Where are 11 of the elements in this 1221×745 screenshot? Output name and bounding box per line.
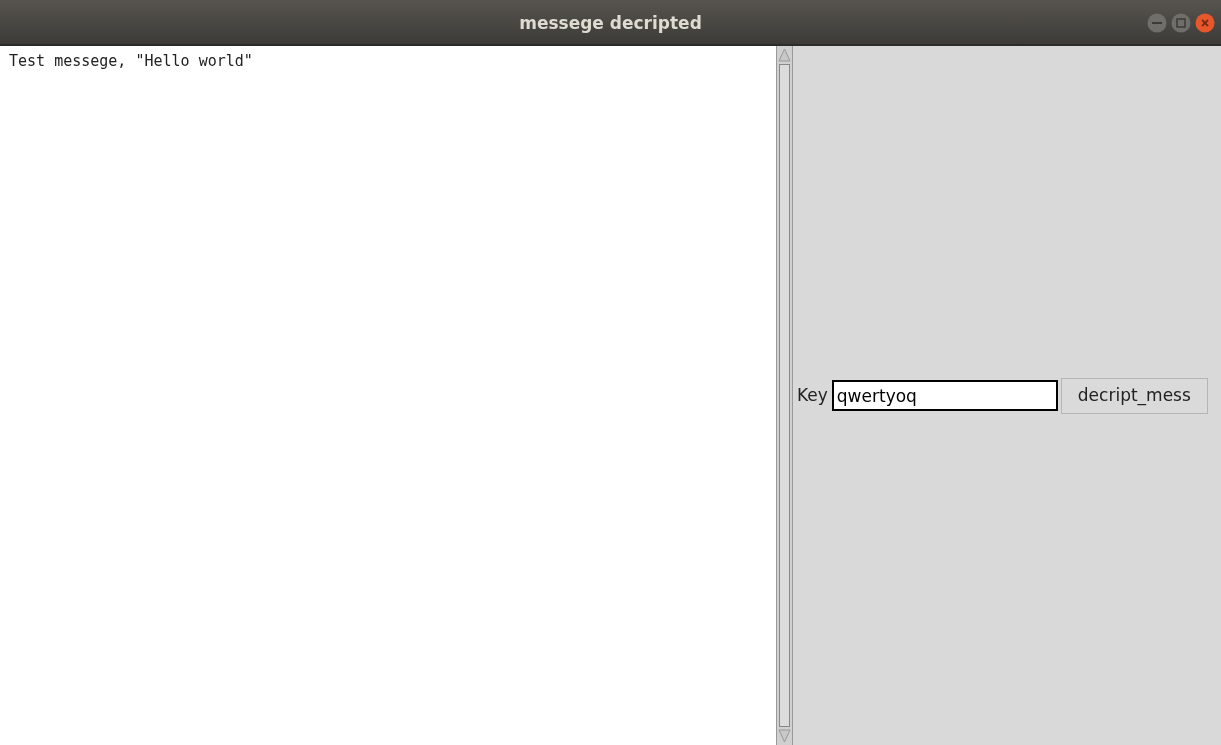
close-icon[interactable] — [1195, 13, 1215, 33]
decrypt-button[interactable]: decript_mess — [1060, 377, 1208, 414]
text-area[interactable]: Test messege, "Hello world" — [0, 46, 776, 745]
maximize-icon[interactable] — [1171, 13, 1191, 33]
key-label: Key — [797, 383, 828, 407]
scrollbar[interactable] — [776, 46, 793, 745]
minimize-icon[interactable] — [1147, 13, 1167, 33]
scroll-up-icon[interactable] — [778, 48, 791, 62]
window-title: messege decripted — [519, 13, 702, 33]
scroll-down-icon[interactable] — [778, 729, 791, 743]
key-field[interactable]: qwertyoq — [831, 380, 1058, 411]
